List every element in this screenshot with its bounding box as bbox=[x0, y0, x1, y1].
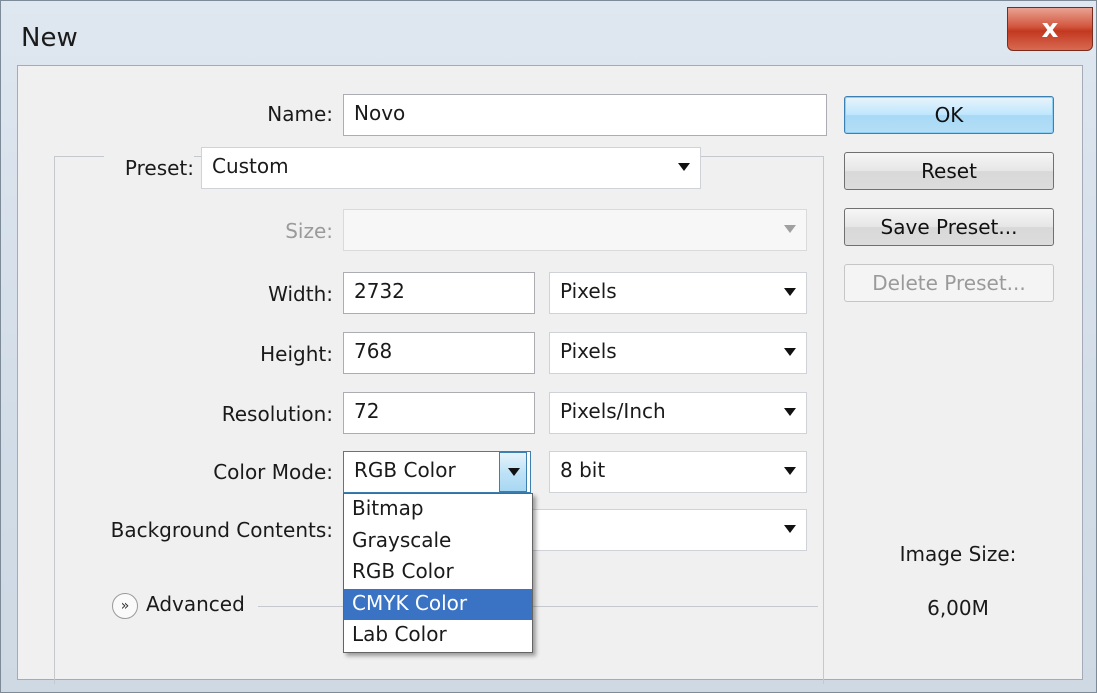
name-label: Name: bbox=[267, 102, 333, 126]
close-icon: x bbox=[1041, 14, 1059, 44]
advanced-divider bbox=[258, 606, 818, 607]
width-label: Width: bbox=[268, 282, 333, 306]
chevron-down-icon bbox=[784, 467, 796, 475]
resolution-label: Resolution: bbox=[221, 402, 333, 426]
chevron-down-icon bbox=[784, 525, 796, 533]
chevron-down-icon bbox=[678, 163, 690, 171]
chevron-down-icon bbox=[784, 348, 796, 356]
height-label: Height: bbox=[260, 342, 333, 366]
color-mode-option-grayscale[interactable]: Grayscale bbox=[344, 526, 532, 558]
preset-select[interactable]: Custom bbox=[201, 147, 701, 189]
color-mode-option-lab[interactable]: Lab Color bbox=[344, 620, 532, 652]
chevron-down-icon bbox=[784, 288, 796, 296]
width-unit-value: Pixels bbox=[560, 279, 617, 303]
new-document-dialog: New x Name: Novo Preset: Custom Size: Wi… bbox=[0, 0, 1097, 693]
chevron-down-icon bbox=[784, 225, 796, 233]
color-mode-option-cmyk[interactable]: CMYK Color bbox=[344, 588, 532, 620]
resolution-input[interactable]: 72 bbox=[343, 392, 535, 434]
color-mode-label: Color Mode: bbox=[213, 460, 333, 484]
bit-depth-value: 8 bit bbox=[560, 458, 606, 482]
delete-preset-button: Delete Preset... bbox=[844, 264, 1054, 302]
reset-button[interactable]: Reset bbox=[844, 152, 1054, 190]
chevron-down-icon bbox=[784, 408, 796, 416]
dialog-title: New bbox=[21, 23, 78, 53]
color-mode-option-rgb[interactable]: RGB Color bbox=[344, 557, 532, 589]
height-input[interactable]: 768 bbox=[343, 332, 535, 374]
image-size-label: Image Size: bbox=[899, 542, 1017, 566]
height-unit-value: Pixels bbox=[560, 339, 617, 363]
preset-label: Preset: bbox=[104, 156, 194, 180]
color-mode-option-bitmap[interactable]: Bitmap bbox=[344, 494, 532, 526]
width-input[interactable]: 2732 bbox=[343, 272, 535, 314]
save-preset-button[interactable]: Save Preset... bbox=[844, 208, 1054, 246]
advanced-toggle[interactable]: Advanced bbox=[146, 592, 245, 616]
name-input[interactable]: Novo bbox=[343, 94, 827, 136]
expand-advanced-icon[interactable]: » bbox=[112, 593, 138, 619]
size-select bbox=[343, 209, 807, 251]
resolution-unit-value: Pixels/Inch bbox=[560, 399, 666, 423]
dialog-client-area: Name: Novo Preset: Custom Size: Width: 2… bbox=[17, 65, 1083, 684]
background-contents-label: Background Contents: bbox=[110, 518, 333, 542]
image-size-value: 6,00M bbox=[927, 596, 989, 620]
height-unit-select[interactable]: Pixels bbox=[549, 332, 807, 374]
preset-value: Custom bbox=[212, 154, 289, 178]
color-mode-options-list: Bitmap Grayscale RGB Color CMYK Color La… bbox=[343, 493, 533, 653]
bit-depth-select[interactable]: 8 bit bbox=[549, 451, 807, 493]
close-button[interactable]: x bbox=[1007, 7, 1093, 51]
resolution-unit-select[interactable]: Pixels/Inch bbox=[549, 392, 807, 434]
ok-button[interactable]: OK bbox=[844, 96, 1054, 134]
color-mode-dropdown-button[interactable] bbox=[499, 452, 527, 492]
size-label: Size: bbox=[285, 219, 333, 243]
width-unit-select[interactable]: Pixels bbox=[549, 272, 807, 314]
